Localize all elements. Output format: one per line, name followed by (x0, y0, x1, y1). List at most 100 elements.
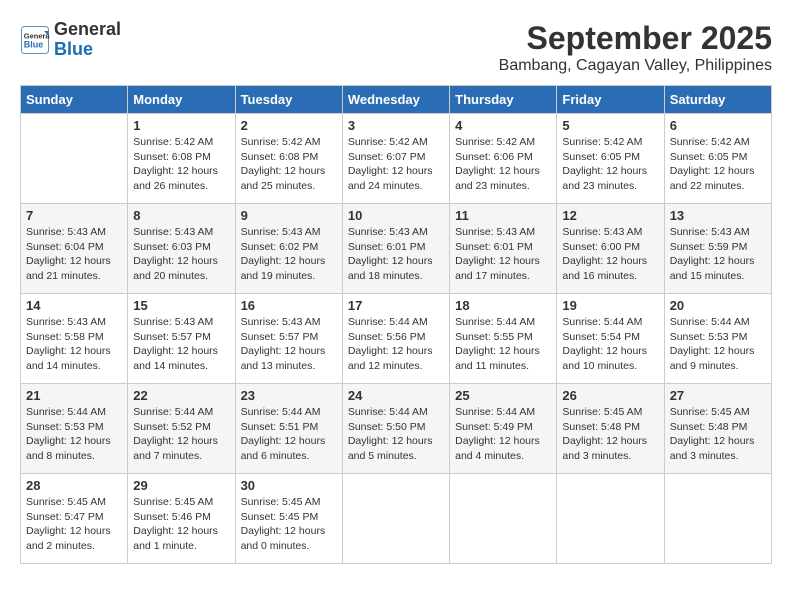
day-info: Sunrise: 5:43 AM Sunset: 6:01 PM Dayligh… (348, 225, 444, 284)
day-info: Sunrise: 5:42 AM Sunset: 6:06 PM Dayligh… (455, 135, 551, 194)
day-header-saturday: Saturday (664, 86, 771, 114)
day-info: Sunrise: 5:43 AM Sunset: 5:57 PM Dayligh… (241, 315, 337, 374)
calendar-cell: 19 Sunrise: 5:44 AM Sunset: 5:54 PM Dayli… (557, 294, 664, 384)
month-title: September 2025 (499, 20, 772, 57)
day-number: 20 (670, 298, 766, 313)
day-info: Sunrise: 5:42 AM Sunset: 6:08 PM Dayligh… (241, 135, 337, 194)
calendar-cell: 17 Sunrise: 5:44 AM Sunset: 5:56 PM Dayli… (342, 294, 449, 384)
day-number: 30 (241, 478, 337, 493)
calendar-cell: 23Sunrise: 5:44 AM Sunset: 5:51 PM Dayli… (235, 384, 342, 474)
calendar-cell: 2 Sunrise: 5:42 AM Sunset: 6:08 PM Daylig… (235, 114, 342, 204)
day-header-sunday: Sunday (21, 86, 128, 114)
day-header-monday: Monday (128, 86, 235, 114)
day-info: Sunrise: 5:42 AM Sunset: 6:05 PM Dayligh… (562, 135, 658, 194)
day-number: 1 (133, 118, 229, 133)
calendar-cell: 26Sunrise: 5:45 AM Sunset: 5:48 PM Dayli… (557, 384, 664, 474)
calendar-cell: 8Sunrise: 5:43 AM Sunset: 6:03 PM Daylig… (128, 204, 235, 294)
day-number: 4 (455, 118, 551, 133)
calendar-cell: 4 Sunrise: 5:42 AM Sunset: 6:06 PM Daylig… (450, 114, 557, 204)
calendar-cell: 7Sunrise: 5:43 AM Sunset: 6:04 PM Daylig… (21, 204, 128, 294)
day-info: Sunrise: 5:45 AM Sunset: 5:48 PM Dayligh… (670, 405, 766, 464)
day-number: 25 (455, 388, 551, 403)
day-number: 3 (348, 118, 444, 133)
location-title: Bambang, Cagayan Valley, Philippines (499, 57, 772, 75)
day-number: 29 (133, 478, 229, 493)
day-info: Sunrise: 5:42 AM Sunset: 6:08 PM Dayligh… (133, 135, 229, 194)
day-info: Sunrise: 5:43 AM Sunset: 5:59 PM Dayligh… (670, 225, 766, 284)
calendar-week-row: 7Sunrise: 5:43 AM Sunset: 6:04 PM Daylig… (21, 204, 772, 294)
logo-text: General Blue (54, 20, 121, 60)
day-header-friday: Friday (557, 86, 664, 114)
logo-icon: General Blue (20, 25, 50, 55)
day-number: 8 (133, 208, 229, 223)
calendar-cell: 25 Sunrise: 5:44 AM Sunset: 5:49 PM Dayli… (450, 384, 557, 474)
day-number: 9 (241, 208, 337, 223)
calendar-table: SundayMondayTuesdayWednesdayThursdayFrid… (20, 85, 772, 564)
day-number: 22 (133, 388, 229, 403)
calendar-cell: 29Sunrise: 5:45 AM Sunset: 5:46 PM Dayli… (128, 474, 235, 564)
day-info: Sunrise: 5:45 AM Sunset: 5:45 PM Dayligh… (241, 495, 337, 554)
day-info: Sunrise: 5:44 AM Sunset: 5:53 PM Dayligh… (670, 315, 766, 374)
calendar-cell: 16 Sunrise: 5:43 AM Sunset: 5:57 PM Dayli… (235, 294, 342, 384)
calendar-cell (21, 114, 128, 204)
day-number: 28 (26, 478, 122, 493)
calendar-cell: 13 Sunrise: 5:43 AM Sunset: 5:59 PM Dayli… (664, 204, 771, 294)
calendar-cell: 24 Sunrise: 5:44 AM Sunset: 5:50 PM Dayli… (342, 384, 449, 474)
day-info: Sunrise: 5:44 AM Sunset: 5:53 PM Dayligh… (26, 405, 122, 464)
calendar-cell: 28Sunrise: 5:45 AM Sunset: 5:47 PM Dayli… (21, 474, 128, 564)
calendar-cell: 1 Sunrise: 5:42 AM Sunset: 6:08 PM Daylig… (128, 114, 235, 204)
calendar-cell: 5 Sunrise: 5:42 AM Sunset: 6:05 PM Daylig… (557, 114, 664, 204)
day-number: 24 (348, 388, 444, 403)
calendar-cell: 30 Sunrise: 5:45 AM Sunset: 5:45 PM Dayli… (235, 474, 342, 564)
day-info: Sunrise: 5:43 AM Sunset: 6:04 PM Dayligh… (26, 225, 122, 284)
day-number: 10 (348, 208, 444, 223)
day-number: 2 (241, 118, 337, 133)
day-number: 18 (455, 298, 551, 313)
day-info: Sunrise: 5:43 AM Sunset: 5:57 PM Dayligh… (133, 315, 229, 374)
day-header-tuesday: Tuesday (235, 86, 342, 114)
day-number: 26 (562, 388, 658, 403)
calendar-week-row: 21Sunrise: 5:44 AM Sunset: 5:53 PM Dayli… (21, 384, 772, 474)
calendar-week-row: 28Sunrise: 5:45 AM Sunset: 5:47 PM Dayli… (21, 474, 772, 564)
day-info: Sunrise: 5:44 AM Sunset: 5:54 PM Dayligh… (562, 315, 658, 374)
day-info: Sunrise: 5:44 AM Sunset: 5:51 PM Dayligh… (241, 405, 337, 464)
calendar-cell: 11Sunrise: 5:43 AM Sunset: 6:01 PM Dayli… (450, 204, 557, 294)
day-number: 5 (562, 118, 658, 133)
calendar-cell (557, 474, 664, 564)
calendar-cell: 3 Sunrise: 5:42 AM Sunset: 6:07 PM Daylig… (342, 114, 449, 204)
day-info: Sunrise: 5:44 AM Sunset: 5:56 PM Dayligh… (348, 315, 444, 374)
logo: General Blue General Blue (20, 20, 121, 60)
day-number: 14 (26, 298, 122, 313)
day-info: Sunrise: 5:44 AM Sunset: 5:49 PM Dayligh… (455, 405, 551, 464)
day-info: Sunrise: 5:44 AM Sunset: 5:50 PM Dayligh… (348, 405, 444, 464)
calendar-cell (450, 474, 557, 564)
day-info: Sunrise: 5:44 AM Sunset: 5:55 PM Dayligh… (455, 315, 551, 374)
calendar-header-row: SundayMondayTuesdayWednesdayThursdayFrid… (21, 86, 772, 114)
page-header: General Blue General Blue September 2025… (20, 20, 772, 75)
day-number: 27 (670, 388, 766, 403)
day-info: Sunrise: 5:42 AM Sunset: 6:07 PM Dayligh… (348, 135, 444, 194)
day-info: Sunrise: 5:43 AM Sunset: 6:02 PM Dayligh… (241, 225, 337, 284)
svg-text:Blue: Blue (24, 39, 44, 49)
calendar-week-row: 14 Sunrise: 5:43 AM Sunset: 5:58 PM Dayli… (21, 294, 772, 384)
day-number: 17 (348, 298, 444, 313)
calendar-cell: 12Sunrise: 5:43 AM Sunset: 6:00 PM Dayli… (557, 204, 664, 294)
calendar-cell (664, 474, 771, 564)
day-info: Sunrise: 5:43 AM Sunset: 5:58 PM Dayligh… (26, 315, 122, 374)
calendar-cell: 18 Sunrise: 5:44 AM Sunset: 5:55 PM Dayli… (450, 294, 557, 384)
day-number: 15 (133, 298, 229, 313)
calendar-cell: 14 Sunrise: 5:43 AM Sunset: 5:58 PM Dayli… (21, 294, 128, 384)
title-block: September 2025 Bambang, Cagayan Valley, … (499, 20, 772, 75)
calendar-cell: 22Sunrise: 5:44 AM Sunset: 5:52 PM Dayli… (128, 384, 235, 474)
day-number: 6 (670, 118, 766, 133)
day-number: 13 (670, 208, 766, 223)
calendar-week-row: 1 Sunrise: 5:42 AM Sunset: 6:08 PM Daylig… (21, 114, 772, 204)
day-header-thursday: Thursday (450, 86, 557, 114)
day-number: 19 (562, 298, 658, 313)
day-info: Sunrise: 5:43 AM Sunset: 6:01 PM Dayligh… (455, 225, 551, 284)
calendar-cell: 20 Sunrise: 5:44 AM Sunset: 5:53 PM Dayli… (664, 294, 771, 384)
day-header-wednesday: Wednesday (342, 86, 449, 114)
day-number: 16 (241, 298, 337, 313)
day-number: 12 (562, 208, 658, 223)
calendar-cell: 15 Sunrise: 5:43 AM Sunset: 5:57 PM Dayli… (128, 294, 235, 384)
